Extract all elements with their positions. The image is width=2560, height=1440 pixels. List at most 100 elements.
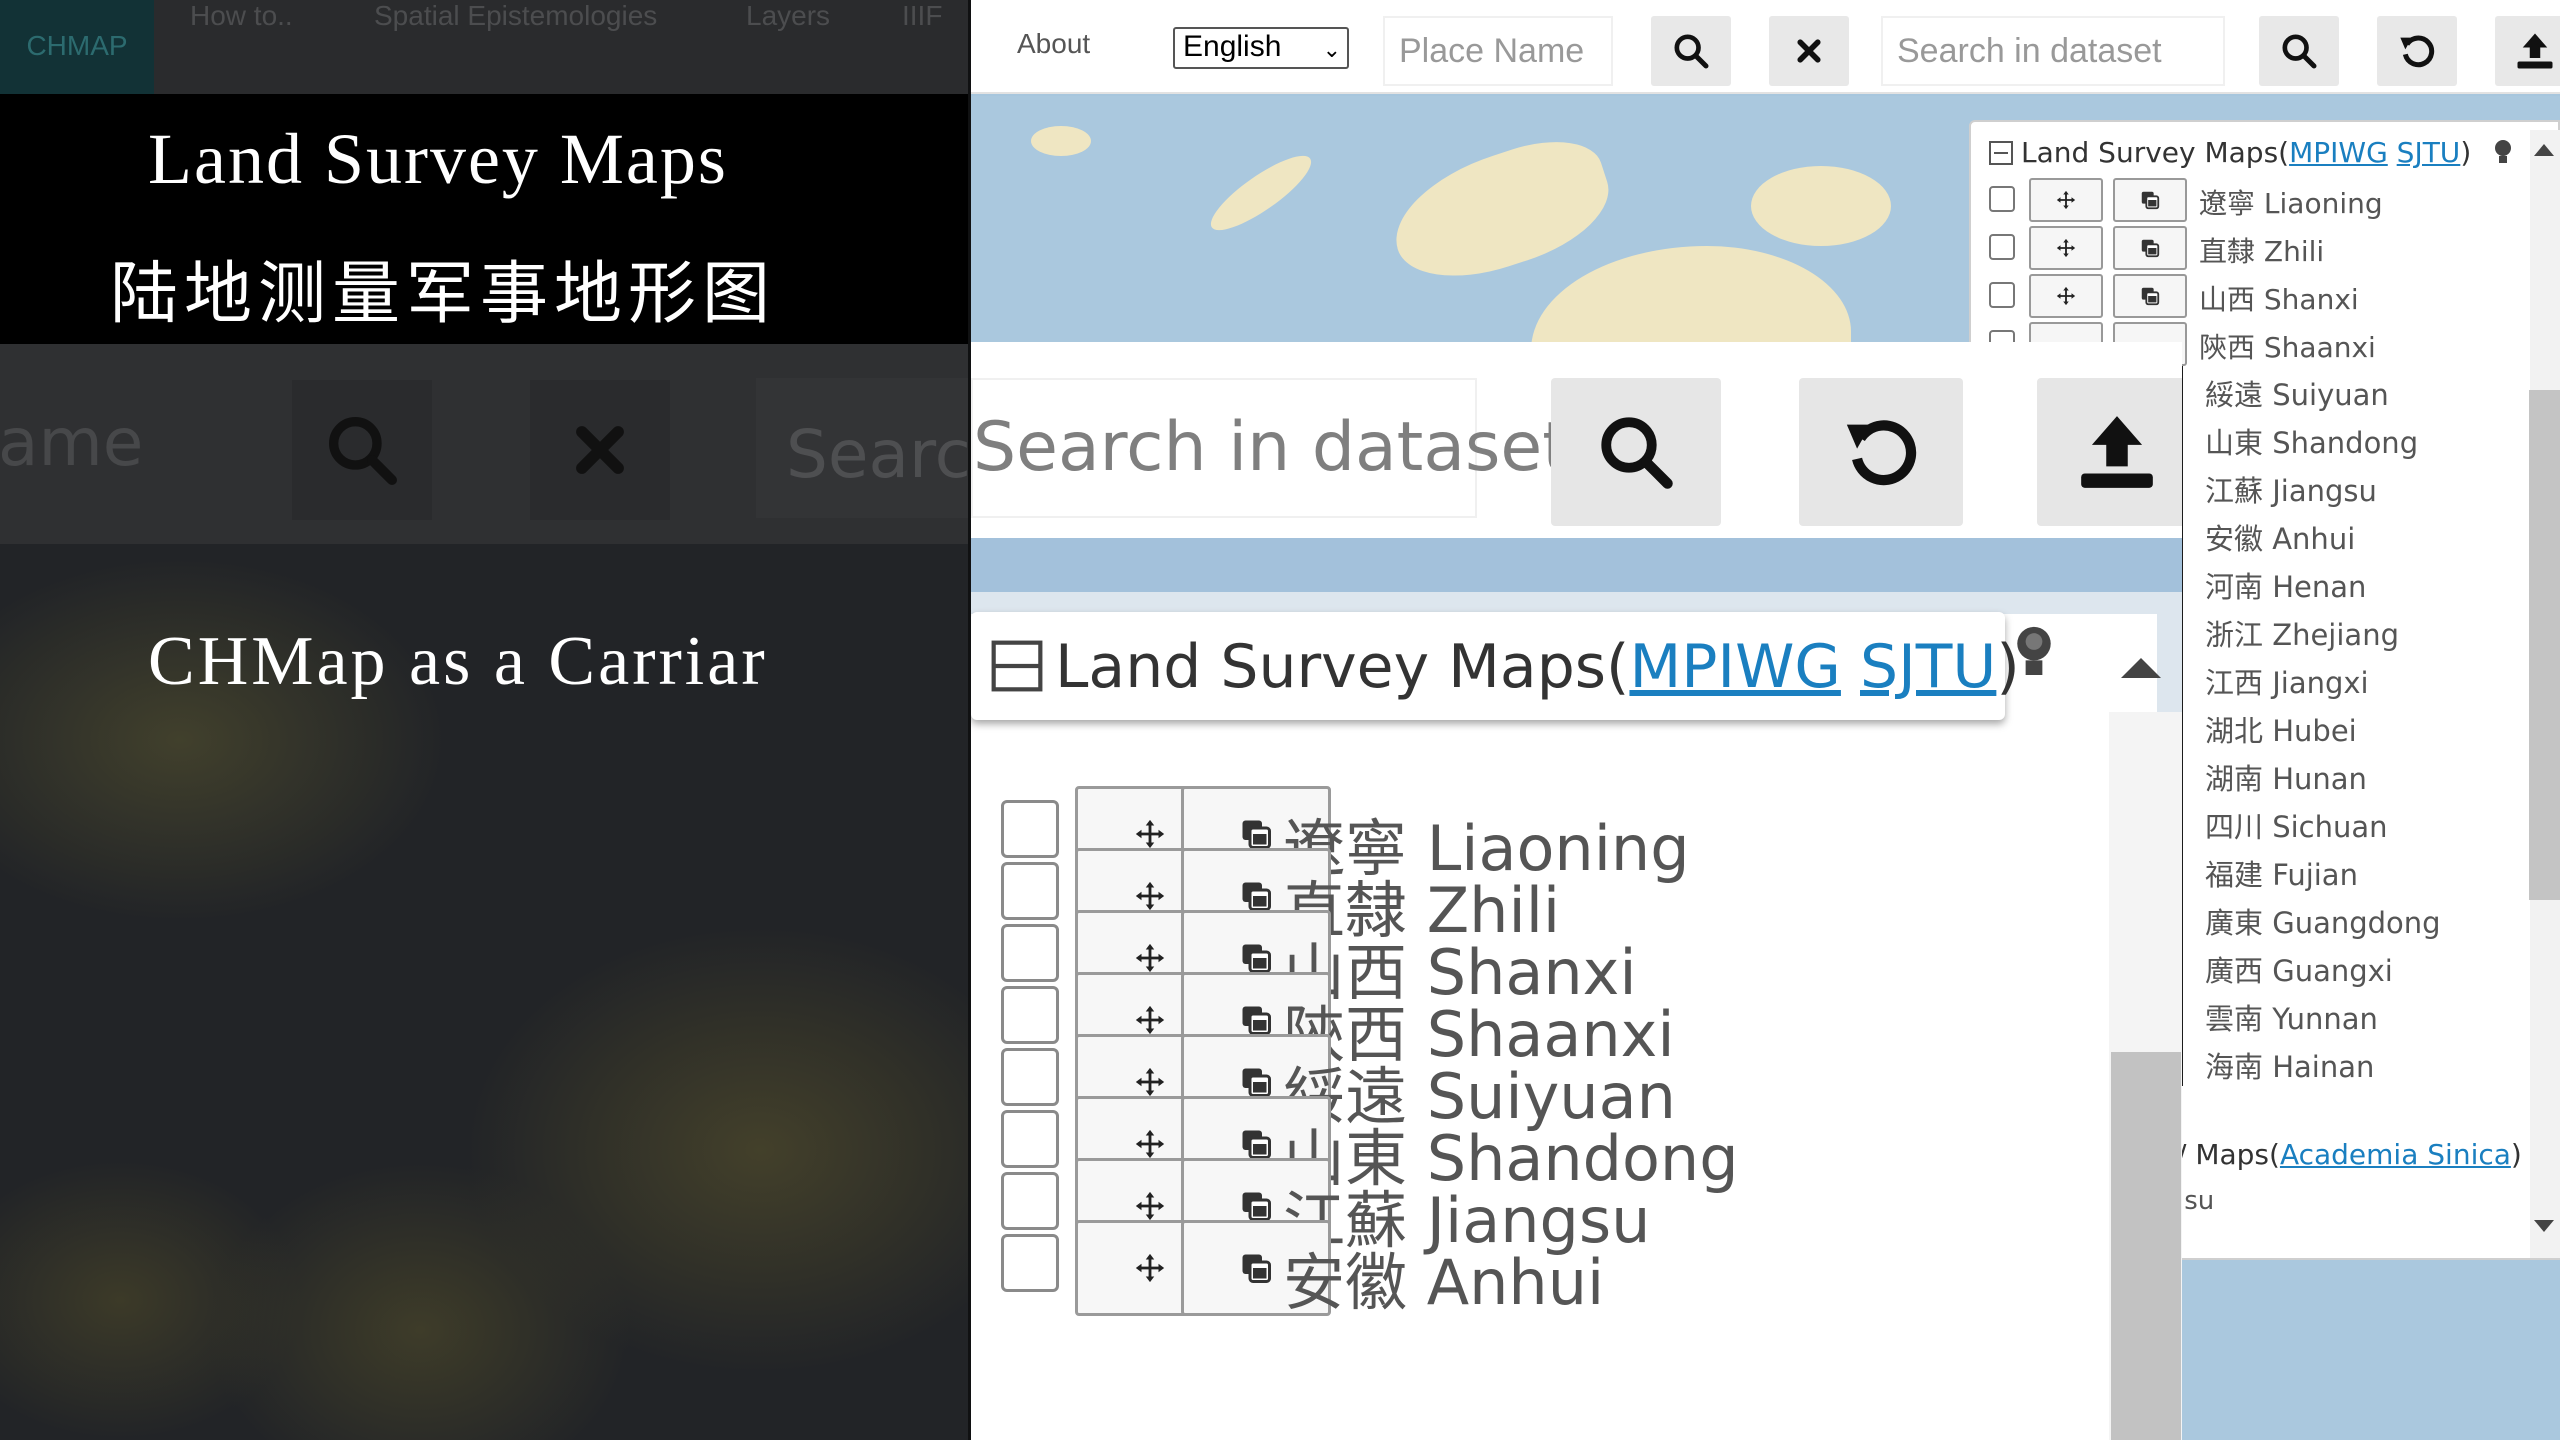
layer-label: 遼寧 Liaoning — [2199, 187, 2383, 220]
layer-checkbox[interactable] — [1001, 1110, 1059, 1168]
layer-label: 山東 Shandong — [2205, 426, 2419, 460]
layer-checkbox[interactable] — [1001, 986, 1059, 1044]
layer-opacity-button[interactable] — [2113, 274, 2187, 318]
zoomed-layer-group-title: Land Survey Maps(MPIWG SJTU) — [1055, 632, 2020, 702]
move-layer-button[interactable] — [2029, 178, 2103, 222]
layer-checkbox[interactable] — [1001, 862, 1059, 920]
slide-title-chinese: 陆地测量军事地形图 — [110, 255, 777, 334]
mpiwg-link[interactable]: MPIWG — [2289, 136, 2388, 169]
move-icon — [2056, 190, 2076, 210]
nav-about[interactable]: About — [1017, 28, 1090, 60]
nav-spatial-epistemologies[interactable]: Spatial Epistemologies — [374, 0, 657, 94]
place-name-input[interactable]: Place Name — [1383, 16, 1613, 86]
sjtu-link[interactable]: SJTU — [2397, 136, 2461, 169]
zoomed-dataset-search-button[interactable] — [1551, 378, 1721, 526]
move-icon — [1135, 1191, 1165, 1221]
layer-label: 綏遠 Suiyuan — [2205, 378, 2389, 412]
second-group-item: ısu — [2177, 1186, 2215, 1216]
nav-how-to[interactable]: How to.. — [190, 0, 293, 94]
scroll-up-arrow[interactable] — [2121, 658, 2161, 678]
zoomed-scroll-thumb[interactable] — [2111, 1052, 2181, 1440]
layer-label: 浙江 Zhejiang — [2205, 618, 2399, 652]
upload-button[interactable] — [2495, 16, 2560, 86]
layer-checkbox[interactable] — [1001, 924, 1059, 982]
zoomed-dataset-search-input[interactable]: Search in dataset — [971, 378, 1569, 518]
clear-place-button[interactable] — [1769, 16, 1849, 86]
language-select[interactable]: English ⌄ — [1173, 27, 1349, 69]
layer-checkbox[interactable] — [1001, 1172, 1059, 1230]
layer-label: 安徽 Anhui — [1283, 1246, 1605, 1319]
search-icon — [1674, 34, 1709, 69]
layer-label: 福建 Fujian — [2205, 858, 2358, 892]
brand-logo[interactable]: CHMAP — [0, 0, 154, 94]
layers-copy-icon — [1242, 944, 1271, 973]
zoomed-layer-group-header: Land Survey Maps(MPIWG SJTU) — [971, 612, 2020, 720]
second-group-title-close: ) — [2510, 1138, 2522, 1171]
layer-checkbox[interactable] — [1989, 186, 2015, 212]
scroll-up-arrow[interactable] — [2534, 144, 2554, 156]
upload-icon — [2517, 33, 2553, 69]
presentation-overlay: CHMAP How to.. Spatial Epistemologies La… — [0, 0, 971, 1440]
move-icon — [2056, 286, 2076, 306]
layer-group-title-close: ) — [2460, 136, 2472, 169]
map-landmass — [1031, 126, 1091, 156]
layer-opacity-button[interactable] — [2113, 178, 2187, 222]
reset-button[interactable] — [2377, 16, 2457, 86]
layer-label: 山西 Shanxi — [2199, 283, 2359, 316]
academia-sinica-link[interactable]: Academia Sinica — [2280, 1138, 2511, 1171]
map-landmass — [1751, 166, 1891, 246]
layer-panel-scroll-thumb[interactable] — [2529, 390, 2560, 900]
layers-copy-icon — [1242, 820, 1271, 849]
language-select-value: English — [1183, 30, 1282, 63]
layer-checkbox[interactable] — [1989, 234, 2015, 260]
zoomed-reset-button[interactable] — [1799, 378, 1963, 526]
layer-opacity-button[interactable] — [2113, 226, 2187, 270]
upload-icon — [2081, 416, 2153, 488]
layer-label: 安徽 Anhui — [2205, 522, 2356, 556]
layer-checkbox[interactable] — [1989, 282, 2015, 308]
move-icon — [1135, 881, 1165, 911]
nav-layers[interactable]: Layers — [746, 0, 830, 94]
move-layer-button[interactable] — [2029, 226, 2103, 270]
mpiwg-link[interactable]: MPIWG — [1629, 632, 1840, 702]
layer-label: 陝西 Shaanxi — [2199, 331, 2376, 364]
dimmed-place-name-field: ame — [0, 404, 144, 481]
layers-copy-icon — [1242, 1068, 1271, 1097]
layer-label: 河南 Henan — [2205, 570, 2367, 604]
map-landmass — [1379, 124, 1623, 298]
place-search-button[interactable] — [1651, 16, 1731, 86]
dataset-search-input[interactable]: Search in dataset — [1881, 16, 2225, 86]
collapse-icon[interactable] — [1989, 141, 2013, 165]
second-group-title: / Maps( — [2177, 1138, 2280, 1171]
zoomed-upload-button[interactable] — [2037, 378, 2182, 526]
layers-copy-icon — [1242, 1192, 1271, 1221]
slide-subtitle: CHMap as a Carriar — [148, 623, 768, 700]
dimmed-dataset-search-field: Search in dataset — [786, 416, 971, 493]
move-layer-button[interactable] — [2029, 274, 2103, 318]
move-icon — [1135, 1005, 1165, 1035]
slide-title-english: Land Survey Maps — [148, 119, 728, 199]
lightbulb-icon[interactable] — [2492, 138, 2514, 173]
dataset-search-button[interactable] — [2259, 16, 2339, 86]
top-navigation: CHMAP How to.. Spatial Epistemologies La… — [0, 0, 971, 94]
layers-copy-icon — [2141, 191, 2160, 210]
nav-iiif[interactable]: IIIF — [902, 0, 942, 94]
lightbulb-icon[interactable] — [2011, 622, 2057, 682]
chevron-down-icon: ⌄ — [1322, 37, 1341, 62]
layer-label: 雲南 Yunnan — [2205, 1002, 2378, 1036]
zoomed-toolbar: Search in dataset — [971, 342, 2182, 538]
dimmed-search-button — [292, 380, 432, 520]
layer-checkbox[interactable] — [1001, 1048, 1059, 1106]
reset-icon — [2400, 35, 2435, 68]
layer-label: 江蘇 Jiangsu — [2205, 474, 2377, 508]
layer-checkbox[interactable] — [1001, 1234, 1059, 1292]
sjtu-link[interactable]: SJTU — [1860, 632, 1996, 702]
layer-label: 廣西 Guangxi — [2205, 954, 2393, 988]
collapse-icon[interactable] — [989, 638, 1045, 694]
layer-label: 廣東 Guangdong — [2205, 906, 2441, 940]
search-icon — [2282, 34, 2317, 69]
move-icon — [1135, 1067, 1165, 1097]
layer-checkbox[interactable] — [1001, 800, 1059, 858]
move-icon — [2056, 238, 2076, 258]
scroll-down-arrow[interactable] — [2534, 1220, 2554, 1232]
